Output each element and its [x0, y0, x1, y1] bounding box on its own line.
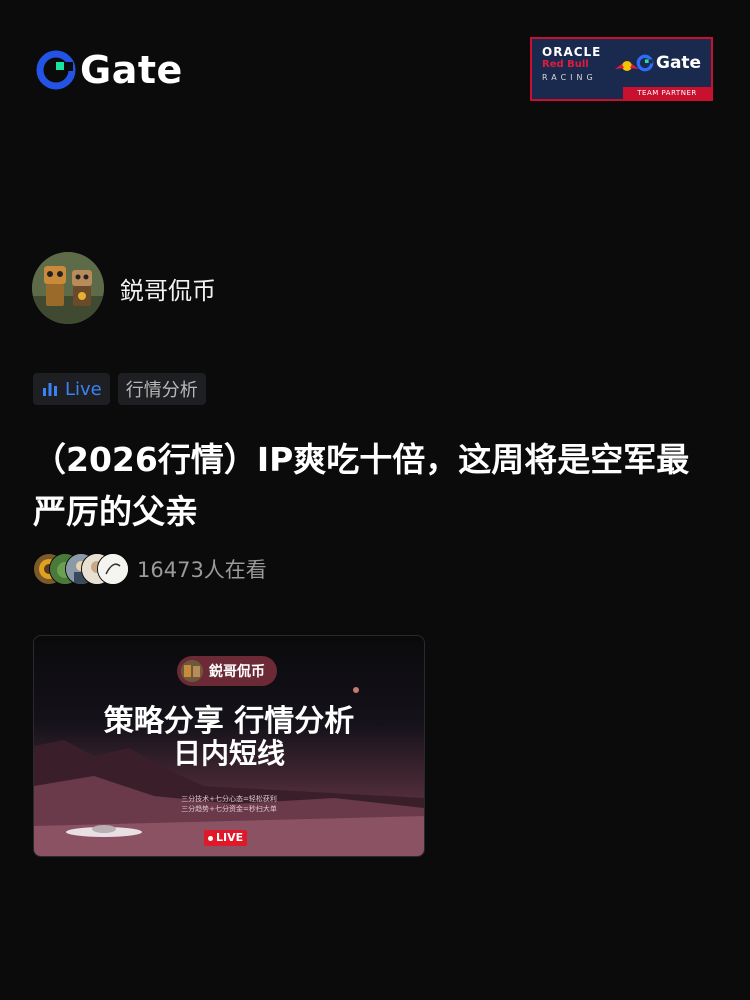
thumbnail-subheadline: 日内短线 — [172, 737, 285, 770]
robots-avatar-icon — [181, 660, 203, 682]
thumbnail-caption-2: 三分趋势+七分资金=秒扫大单 — [181, 805, 277, 813]
viewer-avatar — [97, 553, 129, 585]
live-tag[interactable]: Live — [33, 373, 110, 405]
author-row[interactable]: 鋭哥侃币 — [32, 252, 216, 324]
thumbnail-author-chip: 鋭哥侃币 — [177, 656, 277, 686]
live-badge-label: LIVE — [216, 831, 244, 844]
robots-avatar-icon — [32, 252, 104, 324]
viewer-avatars — [33, 553, 129, 585]
category-tag[interactable]: 行情分析 — [117, 373, 206, 405]
tag-row: Live 行情分析 — [33, 373, 206, 405]
live-tag-label: Live — [65, 378, 102, 400]
thumbnail-chip-label: 鋭哥侃币 — [209, 664, 265, 680]
post-title[interactable]: （2026行情）IP爽吃十倍，这周将是空军最严厉的父亲 — [33, 434, 713, 538]
author-name[interactable]: 鋭哥侃币 — [120, 271, 216, 306]
team-partner-label: TEAM PARTNER — [623, 87, 711, 99]
live-thumbnail[interactable]: 鋭哥侃币 策略分享 行情分析 日内短线 三分技术+七分心态=轻松获利 三分趋势+… — [33, 635, 425, 857]
bar-chart-icon — [43, 383, 57, 396]
oracle-text: ORACLE — [542, 45, 602, 59]
gate-logo[interactable]: Gate — [36, 50, 183, 90]
redbull-text: Red Bull — [542, 59, 589, 70]
avatar[interactable] — [32, 252, 104, 324]
avatar — [181, 660, 203, 682]
team-partner-badge: ORACLE Red Bull RACING Gate TEAM PARTNER — [530, 37, 713, 101]
page: Gate ORACLE Red Bull RACING Gate TEAM PA… — [0, 0, 750, 1000]
partner-gate-logo: Gate — [636, 53, 701, 73]
viewer-count: 16473人在看 — [137, 558, 267, 582]
gate-logo-text: Gate — [80, 48, 183, 92]
viewers-row: 16473人在看 — [33, 553, 267, 585]
sketch-icon — [98, 554, 128, 584]
thumbnail-caption-1: 三分技术+七分心态=轻松获利 — [181, 795, 277, 803]
live-dot-icon — [208, 835, 213, 841]
live-badge: LIVE — [204, 830, 248, 846]
partner-gate-text: Gate — [656, 53, 702, 73]
gate-logo-icon — [36, 50, 76, 90]
gate-logo-icon — [636, 54, 654, 72]
racing-text: RACING — [542, 73, 597, 82]
